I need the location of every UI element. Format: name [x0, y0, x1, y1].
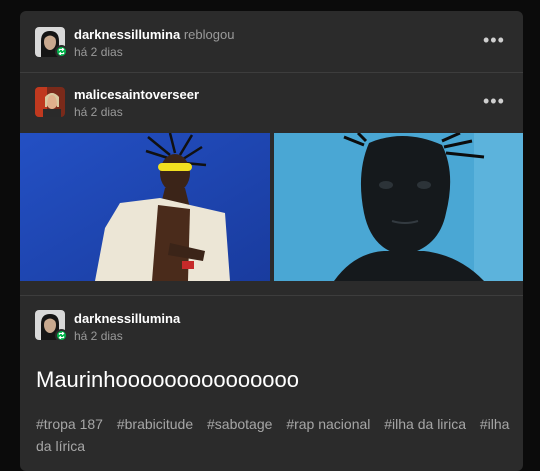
reblogger-username[interactable]: darknessillumina	[74, 27, 180, 42]
tag-link[interactable]: #sabotage	[207, 416, 272, 432]
original-more-options-button[interactable]: •••	[483, 91, 505, 112]
reblog-more-options-button[interactable]: •••	[483, 30, 505, 51]
tag-link[interactable]: #ilha da lirica	[384, 416, 466, 432]
reblog-action-label: reblogou	[183, 27, 235, 42]
tag-link[interactable]: #rap nacional	[286, 416, 370, 432]
content-divider	[20, 295, 523, 296]
reblog-badge-icon	[55, 329, 68, 342]
post-card: darknessillumina reblogou há 2 dias ••• …	[20, 11, 523, 471]
original-poster-avatar[interactable]	[35, 87, 65, 117]
original-post-time[interactable]: há 2 dias	[74, 105, 123, 119]
reblogger-name[interactable]: darknessillumina reblogou	[74, 27, 234, 42]
reblog-badge-icon	[55, 45, 68, 58]
comment-time[interactable]: há 2 dias	[74, 329, 123, 343]
photo-man-portrait[interactable]	[274, 133, 523, 281]
tag-list: #tropa 187 #brabicitude #sabotage #rap n…	[36, 413, 516, 457]
tag-link[interactable]: #brabicitude	[117, 416, 193, 432]
photo-man-blue-wall[interactable]	[20, 133, 270, 281]
tag-link[interactable]: #tropa 187	[36, 416, 103, 432]
reblog-time[interactable]: há 2 dias	[74, 45, 123, 59]
post-text: Maurinhooooooooooooooo	[36, 367, 300, 392]
header-divider	[20, 72, 523, 73]
original-poster-name[interactable]: malicesaintoverseer	[74, 87, 199, 102]
commenter-name[interactable]: darknessillumina	[74, 311, 180, 326]
